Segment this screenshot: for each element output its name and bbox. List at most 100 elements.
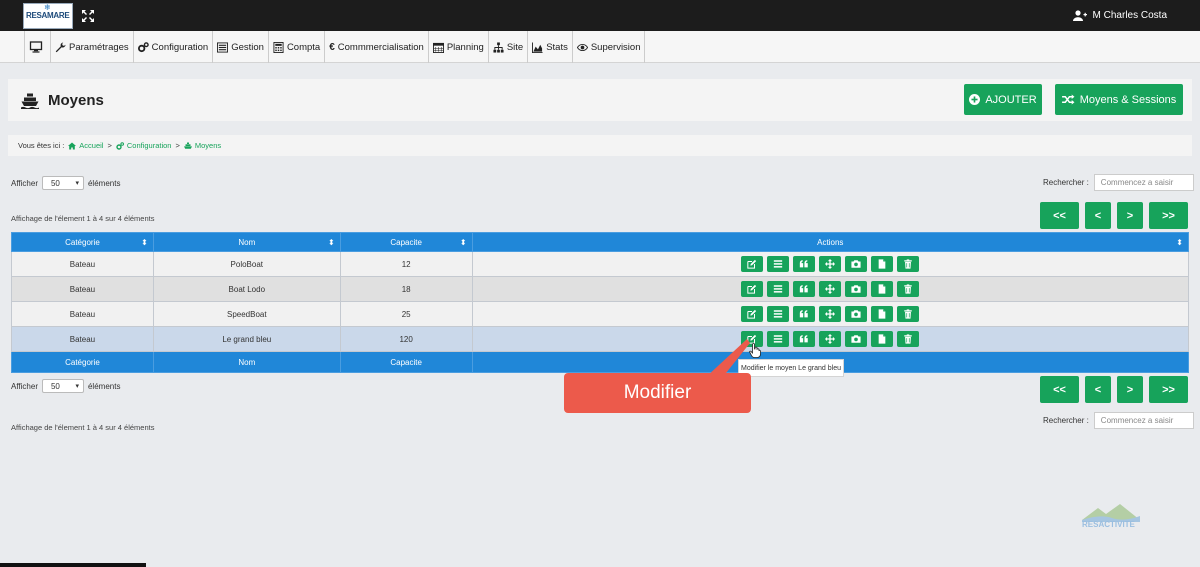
edit-button[interactable] — [741, 281, 764, 297]
edit-icon — [747, 259, 757, 269]
cogs-icon — [137, 41, 149, 52]
first-page-button[interactable]: << — [1040, 376, 1079, 403]
column-header-actions[interactable]: Actions ⬍ — [471, 232, 1190, 252]
move-button[interactable] — [819, 281, 842, 297]
edit-button[interactable] — [741, 256, 764, 272]
first-page-button[interactable]: << — [1040, 202, 1079, 229]
breadcrumb-accueil[interactable]: Accueil — [68, 141, 103, 150]
last-page-button[interactable]: >> — [1149, 376, 1188, 403]
cell-capacite: 120 — [339, 326, 473, 352]
move-button[interactable] — [819, 306, 842, 322]
cell-nom: Le grand bleu — [152, 326, 341, 352]
menu-item-configuration[interactable]: Configuration — [134, 31, 214, 63]
details-button[interactable] — [767, 331, 790, 347]
details-button[interactable] — [767, 256, 790, 272]
trash-icon — [904, 284, 913, 294]
document-button[interactable] — [871, 256, 894, 272]
page-length-select[interactable]: 50 ▾ — [41, 379, 84, 393]
photo-button[interactable] — [845, 306, 868, 322]
delete-button[interactable] — [897, 256, 920, 272]
mountain-icon — [1082, 504, 1140, 522]
ship-icon — [21, 93, 39, 109]
file-icon — [878, 259, 886, 269]
photo-button[interactable] — [845, 256, 868, 272]
column-header-nom[interactable]: Nom ⬍ — [152, 232, 341, 252]
next-page-button[interactable]: > — [1117, 202, 1143, 229]
calendar-icon — [432, 42, 444, 53]
camera-icon — [851, 335, 861, 343]
quote-button[interactable] — [793, 256, 816, 272]
menu-item-supervision[interactable]: Supervision — [573, 31, 646, 63]
ship-icon — [183, 142, 192, 149]
previous-page-button[interactable]: < — [1085, 376, 1111, 403]
edit-button[interactable] — [741, 306, 764, 322]
sort-icon: ⬍ — [459, 238, 467, 247]
table-row[interactable]: Bateau PoloBoat 12 — [11, 251, 1190, 277]
list-icon — [217, 41, 229, 53]
document-button[interactable] — [871, 281, 894, 297]
menu-item-dashboard[interactable] — [25, 31, 51, 63]
moyens-sessions-button[interactable]: Moyens & Sessions — [1055, 84, 1183, 115]
list-icon — [774, 310, 783, 318]
add-button[interactable]: AJOUTER — [964, 84, 1042, 115]
user-plus-icon — [1072, 10, 1087, 21]
page-length-select[interactable]: 50 ▾ — [41, 176, 84, 190]
previous-page-button[interactable]: < — [1085, 202, 1111, 229]
menu-item-gestion[interactable]: Gestion — [213, 31, 269, 63]
cell-actions — [471, 301, 1190, 327]
file-icon — [878, 334, 886, 344]
table-row[interactable]: Bateau SpeedBoat 25 — [11, 301, 1190, 327]
column-footer-capacite: Capacite — [339, 351, 473, 373]
delete-button[interactable] — [897, 281, 920, 297]
next-page-button[interactable]: > — [1117, 376, 1143, 403]
user-menu[interactable]: M Charles Costa — [1072, 10, 1167, 21]
document-button[interactable] — [871, 306, 894, 322]
details-button[interactable] — [767, 306, 790, 322]
move-button[interactable] — [819, 331, 842, 347]
photo-button[interactable] — [845, 331, 868, 347]
menu-item-parametrages[interactable]: Paramétrages — [51, 31, 134, 63]
column-footer-nom: Nom — [152, 351, 341, 373]
quote-icon — [800, 335, 809, 343]
quote-button[interactable] — [793, 331, 816, 347]
quote-button[interactable] — [793, 281, 816, 297]
details-button[interactable] — [767, 281, 790, 297]
breadcrumb-moyens[interactable]: Moyens — [183, 141, 221, 150]
pagination-top: << < > >> — [1040, 202, 1188, 229]
main-menu: Paramétrages Configuration Gestion Compt… — [24, 31, 646, 63]
menu-item-commercialisation[interactable]: € Commmercialisation — [325, 31, 429, 63]
breadcrumb-configuration[interactable]: Configuration — [116, 141, 171, 150]
table-row[interactable]: Bateau Boat Lodo 18 — [11, 276, 1190, 302]
euro-icon: € — [329, 41, 335, 53]
photo-button[interactable] — [845, 281, 868, 297]
menu-item-stats[interactable]: Stats — [528, 31, 573, 63]
wrench-icon — [55, 41, 66, 52]
cell-categorie: Bateau — [11, 301, 154, 327]
search-input[interactable]: Commencez a saisir — [1093, 412, 1194, 429]
menu-bar: Paramétrages Configuration Gestion Compt… — [0, 31, 1200, 63]
moyens-table: Catégorie ⬍ Nom ⬍ Capacite ⬍ Actions ⬍ Batea… — [11, 232, 1190, 373]
fullscreen-icon[interactable] — [81, 9, 95, 23]
column-header-categorie[interactable]: Catégorie ⬍ — [11, 232, 154, 252]
sort-icon: ⬍ — [1176, 238, 1183, 247]
document-button[interactable] — [871, 331, 894, 347]
menu-item-site[interactable]: Site — [489, 31, 529, 63]
menu-item-compta[interactable]: Compta — [269, 31, 326, 63]
menu-item-planning[interactable]: Planning — [429, 31, 489, 63]
delete-button[interactable] — [897, 306, 920, 322]
app-logo[interactable]: ❄ RESAMARE — [23, 3, 73, 29]
cogs-icon — [116, 141, 124, 150]
move-icon — [825, 259, 836, 269]
cell-nom: PoloBoat — [152, 251, 341, 277]
chevron-down-icon: ▾ — [75, 383, 79, 390]
list-icon — [774, 260, 783, 268]
column-header-capacite[interactable]: Capacite ⬍ — [339, 232, 473, 252]
move-button[interactable] — [819, 256, 842, 272]
search-input[interactable]: Commencez a saisir — [1093, 174, 1194, 191]
table-row[interactable]: Bateau Le grand bleu 120 — [11, 326, 1190, 352]
delete-button[interactable] — [897, 331, 920, 347]
last-page-button[interactable]: >> — [1149, 202, 1188, 229]
list-icon — [774, 285, 783, 293]
quote-button[interactable] — [793, 306, 816, 322]
cell-capacite: 18 — [339, 276, 473, 302]
